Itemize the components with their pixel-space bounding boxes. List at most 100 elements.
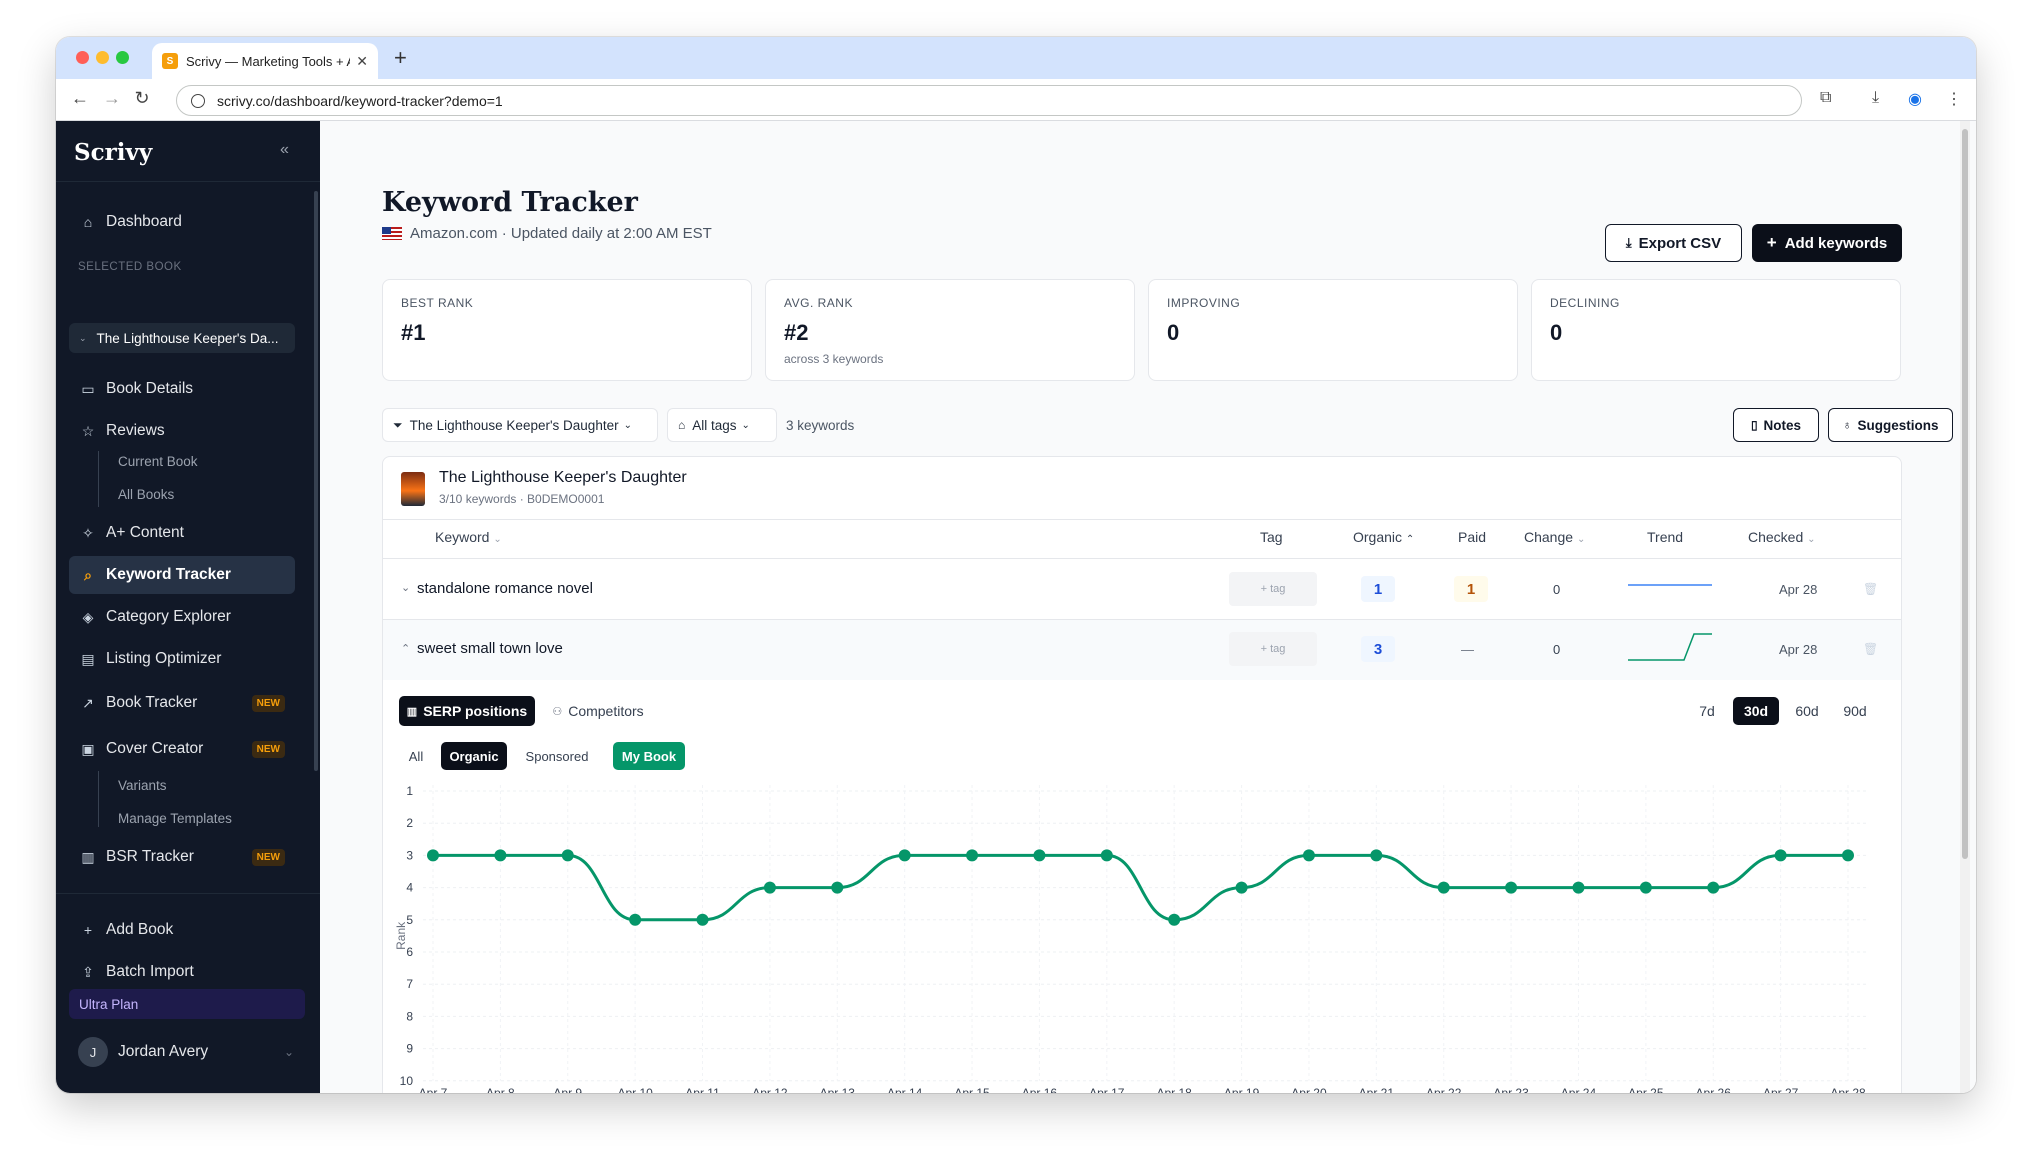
notes-button[interactable]: ▯ Notes [1733,408,1819,442]
minimize-window-button[interactable] [96,51,109,64]
browser-tab[interactable]: S Scrivy — Marketing Tools + AI ✕ [152,43,378,79]
keyword-count: 3 keywords [786,418,855,433]
new-badge: NEW [251,848,285,866]
book-filter-dropdown[interactable]: ⏷ The Lighthouse Keeper's Daughter ⌄ [382,408,658,442]
tag-icon: ⌂ [678,418,686,432]
filter-all[interactable]: All [403,742,429,770]
x-tick-label: Apr 9 [553,1086,582,1093]
sidebar-item-category-explorer[interactable]: ◈ Category Explorer [69,598,295,636]
table-row[interactable]: ⌄ standalone romance novel + tag 1 1 0 A… [383,559,1901,619]
data-point [561,849,574,862]
trash-icon[interactable]: 🗑 [1863,642,1878,656]
x-tick-label: Apr 7 [419,1086,448,1093]
add-keywords-label: Add keywords [1784,234,1888,252]
sidebar-item-label: Dashboard [106,213,182,230]
divider [383,519,1901,520]
serp-rank-chart: 12345678910Apr 7 Apr 8 Apr 9 Apr 10 Apr 11 Ap… [394,784,1868,1093]
sidebar-item-batch-import[interactable]: ⇪ Batch Import [69,953,295,991]
data-point [1100,849,1113,862]
chevron-down-icon: ⌄ [79,332,87,343]
keyword-table-card: The Lighthouse Keeper's Daughter 3/10 ke… [382,456,1902,1093]
filter-sponsored[interactable]: Sponsored [517,742,597,770]
range-60d[interactable]: 60d [1789,697,1825,725]
column-header-change[interactable]: Change ⌄ [1524,529,1585,545]
column-header-label: Change [1524,529,1574,545]
sidebar-item-cover-creator[interactable]: ▣ Cover Creator NEW [69,730,295,768]
sidebar-divider [56,893,320,894]
menu-icon[interactable]: ⋮ [1946,89,1962,109]
download-icon[interactable]: ⤓ [1872,89,1879,107]
sidebar-item-book-tracker[interactable]: ↗ Book Tracker NEW [69,684,295,722]
column-header-keyword[interactable]: Keyword ⌄ [435,529,502,545]
reload-icon[interactable]: ↻ [130,88,154,109]
range-7d[interactable]: 7d [1694,697,1720,725]
x-tick-label: Apr 18 [1157,1086,1193,1093]
column-header-checked[interactable]: Checked ⌄ [1748,529,1816,545]
range-90d[interactable]: 90d [1837,697,1873,725]
keyword-text: standalone romance novel [417,580,593,597]
tab-serp-positions[interactable]: ▥ SERP positions [399,696,535,726]
profile-icon[interactable]: ◉ [1908,89,1922,109]
table-row[interactable]: ⌃ sweet small town love + tag 3 — 0 Apr … [383,620,1901,680]
column-header-organic[interactable]: Organic ⌃ [1353,529,1414,545]
y-tick-label: 8 [406,1009,413,1023]
sidebar-subitem-all-books[interactable]: All Books [118,487,174,502]
forward-icon[interactable]: → [100,88,124,109]
range-30d[interactable]: 30d [1733,697,1779,725]
plan-badge[interactable]: Ultra Plan [69,989,305,1019]
sidebar-item-book-details[interactable]: ▭ Book Details [69,370,295,408]
sidebar-item-reviews[interactable]: ☆ Reviews [69,412,295,450]
chevron-up-icon[interactable]: ⌃ [401,642,410,655]
sidebar-divider [56,181,320,182]
add-tag-button[interactable]: + tag [1229,632,1317,666]
sort-icon: ⌄ [1576,534,1586,545]
filter-my-book[interactable]: My Book [613,742,685,770]
main-scrollbar-thumb[interactable] [1962,129,1968,859]
tags-filter-dropdown[interactable]: ⌂ All tags ⌄ [667,408,777,442]
close-window-button[interactable] [76,51,89,64]
address-bar[interactable]: scrivy.co/dashboard/keyword-tracker?demo… [176,85,1802,116]
sidebar-item-dashboard[interactable]: ⌂ Dashboard [69,203,295,241]
x-tick-label: Apr 22 [1426,1086,1462,1093]
sidebar-scrollbar[interactable] [314,191,318,771]
sidebar-item-listing-optimizer[interactable]: ▤ Listing Optimizer [69,640,295,678]
x-tick-label: Apr 15 [954,1086,990,1093]
suggestions-button[interactable]: ♁ Suggestions [1828,408,1953,442]
sidebar-item-aplus-content[interactable]: ✧ A+ Content [69,514,295,552]
collapse-sidebar-icon[interactable]: « [280,141,289,159]
site-info-icon[interactable] [191,93,205,108]
add-keywords-button[interactable]: + Add keywords [1752,224,1902,262]
book-cover-thumbnail [401,472,425,506]
add-tag-button[interactable]: + tag [1229,572,1317,606]
close-tab-icon[interactable]: ✕ [356,53,368,70]
sidebar-subitem-manage-templates[interactable]: Manage Templates [118,811,232,826]
sidebar-subitem-current-book[interactable]: Current Book [118,454,198,469]
user-menu[interactable]: J Jordan Avery [78,1037,208,1067]
stat-label: AVG. RANK [784,296,853,310]
x-tick-label: Apr 25 [1628,1086,1664,1093]
plus-icon: + [83,922,93,938]
users-icon: ⚇ [552,705,563,718]
trash-icon[interactable]: 🗑 [1863,582,1878,596]
chevron-down-icon[interactable]: ⌄ [284,1045,294,1059]
sidebar-subitem-variants[interactable]: Variants [118,778,167,793]
tab-competitors[interactable]: ⚇ Competitors [545,696,651,726]
filter-organic[interactable]: Organic [441,742,507,770]
y-tick-label: 1 [406,784,413,798]
new-tab-icon[interactable]: + [394,45,407,71]
sidebar-item-label: Keyword Tracker [106,566,231,583]
book-selector[interactable]: ⌄ The Lighthouse Keeper's Da... [69,323,295,353]
export-csv-button[interactable]: ⤓ Export CSV [1605,224,1742,262]
lightbulb-icon: ♁ [1842,418,1852,432]
y-tick-label: 2 [406,816,413,830]
sidebar-item-bsr-tracker[interactable]: ▥ BSR Tracker NEW [69,838,295,876]
brand-logo[interactable]: Scrivy [74,139,152,166]
book-meta: 3/10 keywords · B0DEMO0001 [439,492,605,506]
extensions-icon[interactable]: ⧉ [1820,89,1831,107]
sidebar-item-keyword-tracker[interactable]: ⌕ Keyword Tracker [69,556,295,594]
chevron-down-icon[interactable]: ⌄ [401,581,410,594]
sidebar: Scrivy « ⌂ Dashboard SELECTED BOOK ⌄ The… [56,121,320,1093]
sidebar-item-add-book[interactable]: + Add Book [69,911,295,949]
maximize-window-button[interactable] [116,51,129,64]
back-icon[interactable]: ← [68,88,92,109]
